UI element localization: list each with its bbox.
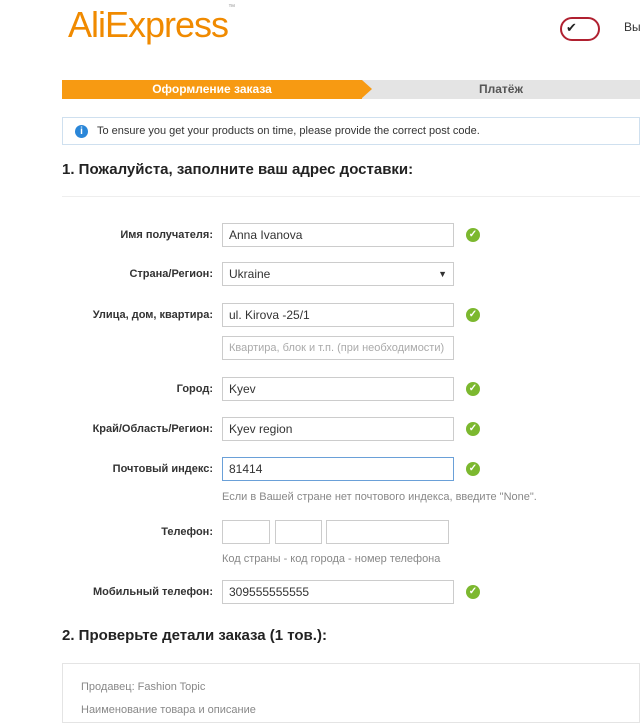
mobile-input[interactable]: 309555555555	[222, 580, 454, 604]
check-icon: ✓	[466, 585, 480, 599]
phone-city-input[interactable]	[275, 520, 322, 544]
check-icon: ✓	[466, 422, 480, 436]
step-payment: Платёж	[479, 82, 523, 96]
street-label: Улица, дом, квартира:	[92, 309, 213, 321]
info-icon: i	[75, 125, 88, 138]
zip-hint: Если в Вашей стране нет почтового индекс…	[222, 491, 537, 503]
verified-badge-icon: ✔	[560, 17, 600, 41]
city-label: Город:	[176, 383, 213, 395]
exit-link[interactable]: Вы	[624, 20, 640, 34]
step-order: Оформление заказа	[62, 80, 372, 99]
country-select[interactable]: Ukraine ▼	[222, 262, 454, 286]
country-label: Страна/Регион:	[129, 268, 213, 280]
street-input[interactable]: ul. Kirova -25/1	[222, 303, 454, 327]
phone-country-input[interactable]	[222, 520, 270, 544]
section-order-title: 2. Проверьте детали заказа (1 тов.):	[62, 627, 327, 644]
check-icon: ✓	[466, 228, 480, 242]
notice-text: To ensure you get your products on time,…	[97, 125, 480, 137]
item-header: Наименование товара и описание	[81, 704, 256, 716]
section-shipping-title: 1. Пожалуйста, заполните ваш адрес доста…	[62, 161, 414, 178]
check-icon: ✓	[466, 308, 480, 322]
street-line2-input[interactable]: Квартира, блок и т.п. (при необходимости…	[222, 336, 454, 360]
checkout-steps: Оформление заказа Платёж	[62, 80, 640, 99]
aliexpress-logo[interactable]: AliExpress™	[68, 4, 235, 46]
recipient-input[interactable]: Anna Ivanova	[222, 223, 454, 247]
phone-hint: Код страны - код города - номер телефона	[222, 553, 441, 565]
check-icon: ✓	[466, 462, 480, 476]
seller-name: Продавец: Fashion Topic	[81, 681, 206, 693]
zip-input[interactable]: 81414	[222, 457, 454, 481]
chevron-down-icon: ▼	[438, 269, 447, 279]
city-input[interactable]: Kyev	[222, 377, 454, 401]
region-input[interactable]: Kyev region	[222, 417, 454, 441]
phone-number-input[interactable]	[326, 520, 449, 544]
phone-label: Телефон:	[161, 526, 213, 538]
postcode-notice: i To ensure you get your products on tim…	[62, 117, 640, 145]
mobile-label: Мобильный телефон:	[92, 586, 213, 598]
zip-label: Почтовый индекс:	[112, 463, 213, 475]
order-details-box: Продавец: Fashion Topic Наименование тов…	[62, 663, 640, 723]
region-label: Край/Область/Регион:	[92, 423, 213, 435]
recipient-label: Имя получателя:	[120, 229, 213, 241]
check-icon: ✓	[466, 382, 480, 396]
